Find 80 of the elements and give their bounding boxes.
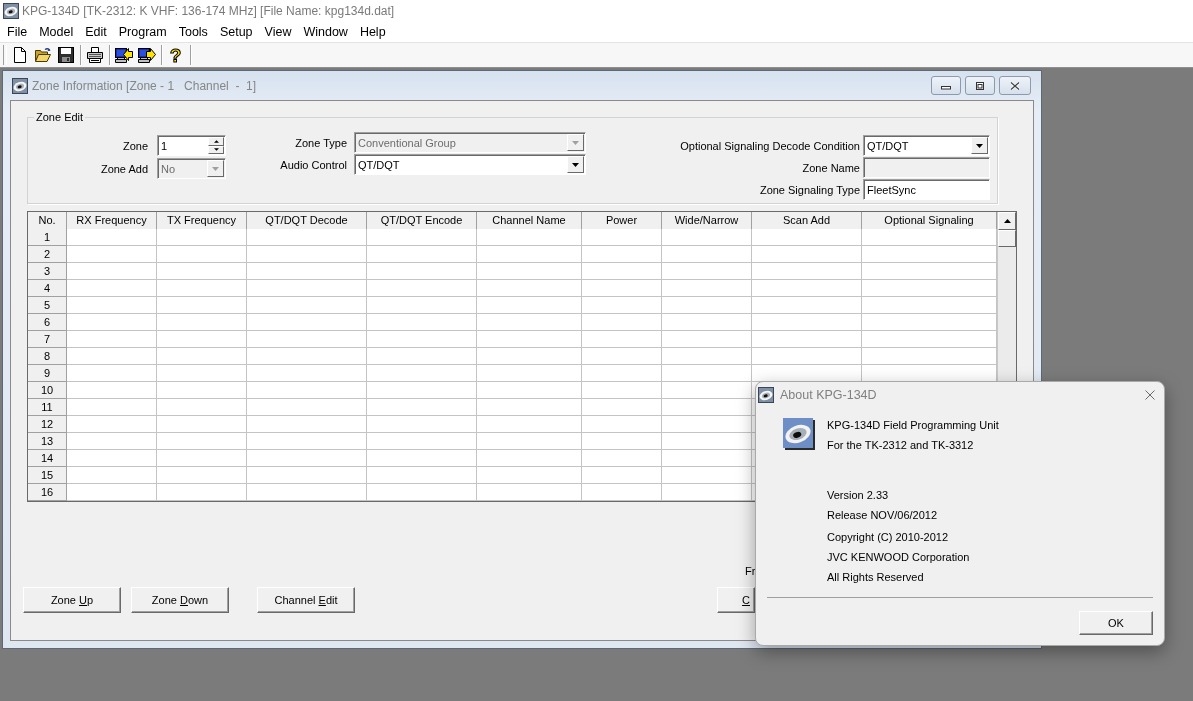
about-text: Release NOV/06/2012 — [827, 508, 938, 523]
disc-icon — [783, 418, 815, 450]
column-header[interactable]: TX Frequency — [157, 212, 247, 230]
close-icon — [1009, 81, 1021, 90]
computer-right-arrow-icon[interactable] — [137, 47, 156, 63]
dropdown[interactable]: QT/DQT — [863, 135, 990, 156]
column-header[interactable]: RX Frequency — [67, 212, 157, 230]
maximize-icon — [974, 81, 986, 90]
field-label: Zone Signaling Type — [759, 183, 860, 196]
row-header: 4 — [28, 280, 67, 297]
cut-off-button[interactable]: C — [717, 587, 755, 613]
field-label: Optional Signaling Decode Condition — [680, 139, 860, 152]
menu-item[interactable]: Window — [297, 23, 354, 41]
column-header[interactable]: No. — [28, 212, 67, 230]
minimize-button[interactable] — [931, 76, 961, 95]
window-title: Zone Information [Zone - 1 Channel - 1] — [32, 78, 257, 93]
dropdown[interactable]: QT/DQT — [354, 154, 586, 175]
row-header: 6 — [28, 314, 67, 331]
close-icon[interactable] — [1145, 389, 1155, 400]
printer-icon[interactable] — [86, 47, 103, 63]
row-header: 15 — [28, 467, 67, 484]
menu-item[interactable]: Edit — [79, 23, 113, 41]
row-header: 10 — [28, 382, 67, 399]
column-header[interactable]: Scan Add — [752, 212, 862, 230]
row-header: 12 — [28, 416, 67, 433]
row-header: 2 — [28, 246, 67, 263]
scroll-up-icon[interactable] — [998, 212, 1016, 230]
row-header: 14 — [28, 450, 67, 467]
app-title: KPG-134D [TK-2312: K VHF: 136-174 MHz] [File Name: kpg134d.dat] — [22, 4, 395, 18]
row-header: 5 — [28, 297, 67, 314]
column-header[interactable]: QT/DQT Decode — [247, 212, 367, 230]
menu-item[interactable]: Setup — [213, 23, 259, 41]
scroll-thumb[interactable] — [998, 230, 1016, 247]
spin-box[interactable]: 1 — [157, 135, 226, 156]
menu-item[interactable]: Tools — [172, 23, 214, 41]
row-header: 1 — [28, 229, 67, 246]
column-header[interactable]: Wide/Narrow — [662, 212, 752, 230]
zone-down-button[interactable]: Zone Down — [131, 587, 229, 613]
channel-edit-button[interactable]: Channel Edit — [257, 587, 355, 613]
zone-up-button[interactable]: Zone Up — [23, 587, 121, 613]
dialog-title: About KPG-134D — [780, 387, 877, 402]
group-title: Zone Edit — [35, 111, 85, 124]
menu-item[interactable]: Help — [353, 23, 392, 41]
maximize-button[interactable] — [965, 76, 995, 95]
field-label: Zone Name — [802, 161, 860, 174]
row-header: 13 — [28, 433, 67, 450]
row-header: 7 — [28, 331, 67, 348]
row-header: 8 — [28, 348, 67, 365]
text-field[interactable]: FleetSync — [863, 179, 990, 200]
about-text: All Rights Reserved — [827, 570, 924, 585]
about-text: JVC KENWOOD Corporation — [827, 550, 970, 565]
about-text: Copyright (C) 2010-2012 — [827, 530, 949, 545]
about-text: For the TK-2312 and TK-3312 — [827, 438, 974, 453]
field-label: Zone — [122, 139, 148, 152]
column-header[interactable]: Power — [582, 212, 662, 230]
field-label: Zone Add — [100, 162, 148, 175]
menu-item[interactable]: File — [1, 23, 34, 41]
column-header[interactable]: Optional Signaling — [862, 212, 997, 230]
spin-down-icon[interactable] — [208, 145, 224, 154]
row-header: 9 — [28, 365, 67, 382]
new-document-icon[interactable] — [11, 47, 28, 63]
column-header[interactable]: QT/DQT Encode — [367, 212, 477, 230]
row-header: 11 — [28, 399, 67, 416]
disc-icon — [3, 3, 19, 19]
row-header: 3 — [28, 263, 67, 280]
field-label: Audio Control — [280, 158, 347, 171]
field-label: Zone Type — [295, 136, 347, 149]
ok-button[interactable]: OK — [1079, 611, 1153, 635]
open-folder-icon[interactable] — [34, 47, 51, 63]
row-header: 16 — [28, 484, 67, 501]
about-text: Version 2.33 — [827, 488, 889, 503]
menu-item[interactable]: Program — [112, 23, 173, 41]
field-label: Fr — [745, 565, 756, 577]
computer-left-arrow-icon[interactable] — [114, 47, 133, 63]
about-text: KPG-134D Field Programming Unit — [827, 418, 999, 433]
column-header[interactable]: Channel Name — [477, 212, 582, 230]
close-button[interactable] — [999, 76, 1031, 95]
menu-item[interactable]: View — [258, 23, 298, 41]
spin-up-icon[interactable] — [208, 137, 224, 146]
menu-item[interactable]: Model — [33, 23, 80, 41]
